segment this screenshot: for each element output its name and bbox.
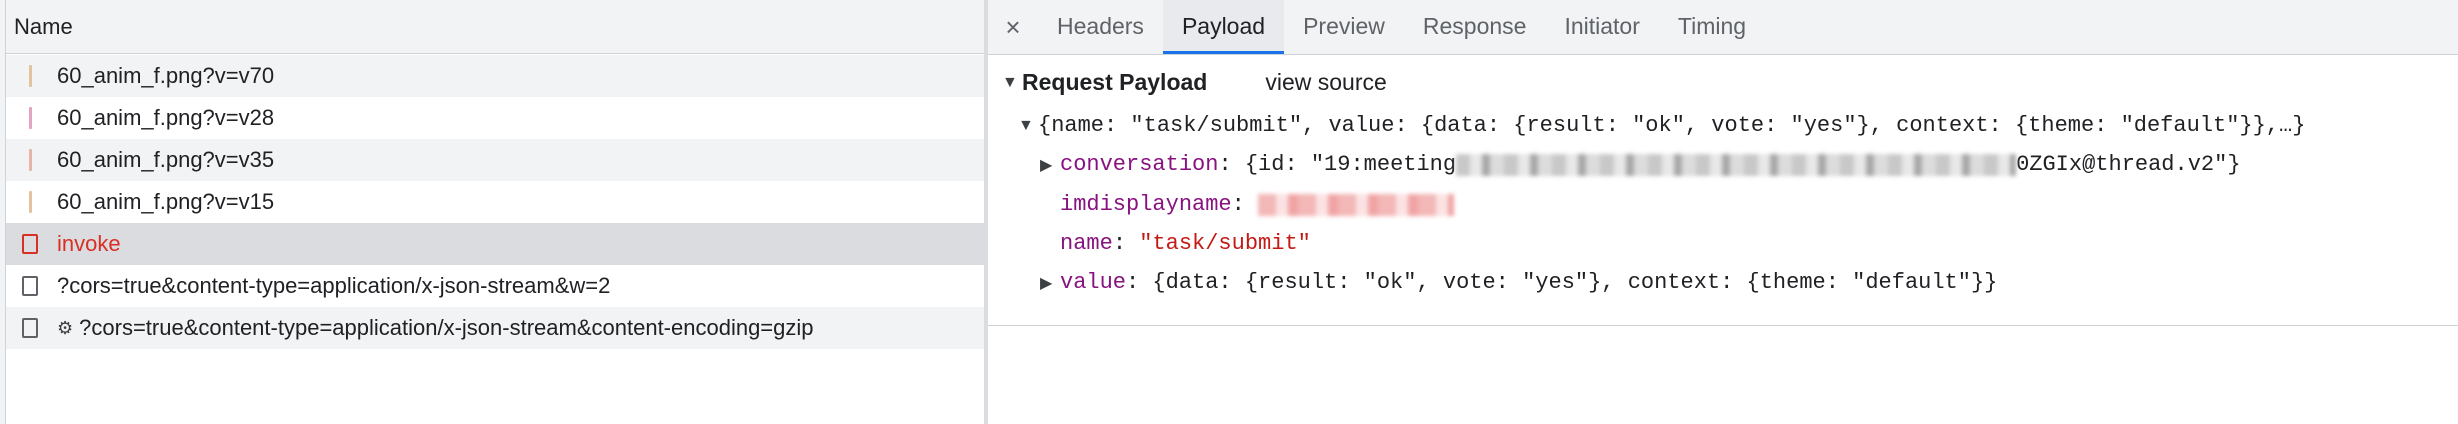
request-name: ?cors=true&content-type=application/x-js…: [57, 273, 611, 298]
request-name: 60_anim_f.png?v=v70: [57, 63, 275, 88]
request-row[interactable]: 60_anim_f.png?v=v28: [6, 97, 984, 139]
document-icon: [22, 318, 38, 338]
redacted-display-name: [1258, 193, 1455, 216]
triangle-right-icon: ▶: [1040, 274, 1053, 292]
request-payload-header[interactable]: ▼ Request Payload view source: [1002, 69, 1387, 96]
request-row[interactable]: ⚙ ?cors=true&content-type=application/x-…: [6, 307, 984, 349]
imdisplayname-line: imdisplayname :: [1060, 192, 1455, 217]
payload-view: ▼ Request Payload view source ▼ {name: "…: [988, 55, 2458, 325]
request-row[interactable]: 60_anim_f.png?v=v35: [6, 139, 984, 181]
request-name: 60_anim_f.png?v=v28: [57, 105, 275, 130]
conversation-suffix: 0ZGIx@thread.v2"}: [2016, 152, 2241, 177]
image-type-marker: [29, 149, 32, 171]
name-column-header[interactable]: Name: [6, 0, 984, 54]
conversation-prefix: {id: "19:meeting: [1244, 152, 1457, 177]
name-line: name : "task/submit": [1060, 231, 1311, 256]
payload-summary: {name: "task/submit", value: {data: {res…: [1038, 113, 2306, 138]
conversation-key: conversation: [1060, 152, 1219, 177]
value-key: value: [1060, 270, 1127, 295]
request-row[interactable]: ?cors=true&content-type=application/x-js…: [6, 265, 984, 307]
image-type-marker: [29, 191, 32, 213]
document-icon: [22, 276, 38, 296]
payload-summary-line[interactable]: ▼ {name: "task/submit", value: {data: {r…: [1018, 113, 2305, 138]
request-name: 60_anim_f.png?v=v35: [57, 147, 275, 172]
request-name: 60_anim_f.png?v=v15: [57, 189, 275, 214]
name-key: name: [1060, 231, 1113, 256]
request-name: invoke: [57, 231, 121, 256]
section-divider: [988, 325, 2458, 326]
triangle-down-icon: ▼: [1018, 116, 1034, 134]
tab-response[interactable]: Response: [1404, 0, 1546, 54]
value-line[interactable]: ▶ value : {data: {result: "ok", vote: "y…: [1040, 270, 1997, 295]
request-row[interactable]: 60_anim_f.png?v=v70: [6, 55, 984, 97]
image-type-marker: [29, 107, 32, 129]
tab-headers[interactable]: Headers: [1038, 0, 1163, 54]
name-value: "task/submit": [1139, 231, 1311, 256]
request-name: ?cors=true&content-type=application/x-js…: [79, 315, 814, 340]
details-tab-bar: × Headers Payload Preview Response Initi…: [988, 0, 2458, 55]
triangle-down-icon: ▼: [1002, 73, 1018, 91]
gear-icon: ⚙: [57, 317, 74, 338]
request-rows: 60_anim_f.png?v=v70 60_anim_f.png?v=v28 …: [6, 55, 984, 349]
network-request-list: Name 60_anim_f.png?v=v70 60_anim_f.png?v…: [0, 0, 984, 424]
section-title: Request Payload: [1022, 69, 1208, 95]
value-value: {data: {result: "ok", vote: "yes"}, cont…: [1152, 270, 1998, 295]
request-row-selected[interactable]: invoke: [6, 223, 984, 265]
tab-payload[interactable]: Payload: [1162, 0, 1285, 54]
request-row[interactable]: 60_anim_f.png?v=v15: [6, 181, 984, 223]
tab-initiator[interactable]: Initiator: [1545, 0, 1658, 54]
request-details-panel: × Headers Payload Preview Response Initi…: [988, 0, 2458, 424]
close-icon[interactable]: ×: [988, 0, 1038, 54]
document-icon: [22, 234, 38, 254]
view-source-link[interactable]: view source: [1265, 69, 1386, 96]
conversation-line[interactable]: ▶ conversation : {id: "19:meeting 0ZGIx@…: [1040, 152, 2241, 177]
redacted-id: [1456, 153, 2017, 176]
image-type-marker: [29, 65, 32, 87]
triangle-right-icon: ▶: [1040, 156, 1053, 174]
tab-timing[interactable]: Timing: [1659, 0, 1765, 54]
tab-preview[interactable]: Preview: [1284, 0, 1404, 54]
imdisplayname-key: imdisplayname: [1060, 192, 1232, 217]
